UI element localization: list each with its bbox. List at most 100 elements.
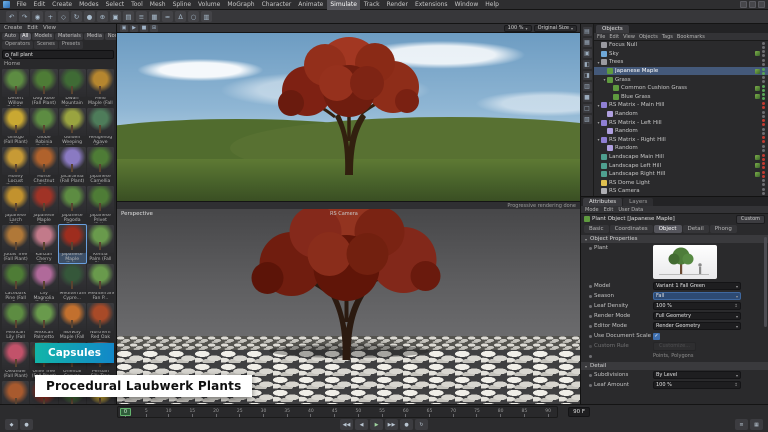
filter-models[interactable]: Models [32,33,55,40]
timeline-tick[interactable]: 25 [237,409,243,417]
objects-menu-file[interactable]: File [597,34,605,40]
axis-icon[interactable]: ∆ [175,11,186,22]
asset-tile[interactable]: Field Maple (Fall Plant) [87,69,114,107]
visibility-dot[interactable] [762,93,765,96]
object-row[interactable]: Random [594,127,768,136]
visibility-dot[interactable] [762,68,765,71]
visibility-dot[interactable] [762,140,765,143]
timeline-tick[interactable]: 55 [379,409,385,417]
region-render-icon[interactable]: ⊞ [150,25,158,32]
step-back-button[interactable]: ◀ [355,419,368,430]
subtab-presets[interactable]: Presets [59,41,83,49]
menu-spline[interactable]: Spline [169,0,194,10]
asset-tile[interactable]: Lacebark Pine (Fall P... [2,264,29,302]
menu-modes[interactable]: Modes [76,0,102,10]
field-value-dropdown[interactable]: By Level▾ [653,371,741,379]
render-view-icon[interactable]: ▣ [110,11,121,22]
layout-3-icon[interactable] [758,1,765,8]
asset-tile[interactable]: Mexican Lily (Fall Pla... [2,303,29,341]
layout-2-icon[interactable] [749,1,756,8]
asset-tile[interactable]: Honey Locust 'Sunbu... [2,147,29,185]
display-filter-icon[interactable]: ▧ [583,115,592,124]
asset-tile[interactable]: Pin Oak (Fall Plant) [2,381,29,404]
timeline-tick[interactable]: 75 [474,409,480,417]
visibility-dot[interactable] [762,97,765,100]
timeline-tick[interactable]: 85 [522,409,528,417]
asset-tile[interactable]: Kanzan Cherry (Fall... [30,225,57,263]
asset-tile[interactable]: Mediterranean Cypre... [59,264,86,302]
layout-icon[interactable]: ▤ [583,27,592,36]
custom-button[interactable]: Custom [736,215,765,224]
asset-tile[interactable]: Japanese Maple (Fall... [30,186,57,224]
stop-ipr-icon[interactable]: ■ [140,25,148,32]
visibility-dot[interactable] [762,162,765,165]
scale-icon[interactable]: ◇ [58,11,69,22]
menu-animate[interactable]: Animate [295,0,327,10]
checkbox[interactable]: ✓ [653,333,660,340]
timeline-tick[interactable]: 60 [403,409,409,417]
objects-menu-tags[interactable]: Tags [662,34,673,40]
workplane-icon[interactable]: ◧ [583,60,592,69]
object-row[interactable]: Sky [594,50,768,59]
menu-tool[interactable]: Tool [128,0,147,10]
tab-objects[interactable]: Objects [596,25,629,33]
object-row[interactable]: RS Camera [594,187,768,196]
modeling-icon[interactable]: ▦ [149,11,160,22]
asset-menu-view[interactable]: View [43,25,56,31]
attr-tab-layers[interactable]: Layers [623,198,653,206]
timeline-tick[interactable]: 70 [450,409,456,417]
asset-tile[interactable]: Horse Chestnut (Fall... [30,147,57,185]
menu-window[interactable]: Window [451,0,482,10]
play-button[interactable]: ▶ [370,419,383,430]
visibility-dot[interactable] [762,85,765,88]
subtab-scenes[interactable]: Scenes [34,41,58,49]
asset-menu-create[interactable]: Create [4,25,22,31]
live-selection-icon[interactable]: ◉ [32,11,43,22]
snap-icon[interactable]: ○ [188,11,199,22]
field-value-dropdown[interactable]: Full Geometry▾ [653,312,741,320]
menu-select[interactable]: Select [102,0,128,10]
visibility-dot[interactable] [762,192,765,195]
autokey-button[interactable]: ● [20,419,33,430]
timeline-tick[interactable]: 80 [498,409,504,417]
visibility-dot[interactable] [762,42,765,45]
end-frame-field[interactable]: 90 F [568,407,590,417]
visibility-dot[interactable] [762,63,765,66]
move-icon[interactable]: + [45,11,56,22]
menu-create[interactable]: Create [49,0,76,10]
object-row[interactable]: ▾Grass [594,75,768,84]
object-row[interactable]: Blue Grass [594,93,768,102]
menu-edit[interactable]: Edit [30,0,49,10]
render-settings-icon[interactable]: ≡ [136,11,147,22]
menu-file[interactable]: File [13,0,30,10]
asset-tile[interactable]: Golden Weeping Will... [59,108,86,146]
asset-tile[interactable]: Dwarf Mountain Pine... [59,69,86,107]
object-row[interactable]: ▾RS Matrix - Left Hill [594,118,768,127]
visibility-dot[interactable] [762,102,765,105]
object-tab-phong[interactable]: Phong [710,225,737,233]
object-row[interactable]: Landscape Left Hill [594,161,768,170]
menu-extensions[interactable]: Extensions [411,0,451,10]
visibility-dot[interactable] [762,54,765,57]
coord-system-icon[interactable]: ⊕ [97,11,108,22]
filter-auto[interactable]: Auto [2,33,19,40]
timeline-options-icon[interactable]: ≡ [735,419,748,430]
visibility-dot[interactable] [762,171,765,174]
visibility-dot[interactable] [762,183,765,186]
attr-tab-attributes[interactable]: Attributes [583,198,622,206]
last-tool-icon[interactable]: ● [84,11,95,22]
layout-1-icon[interactable] [740,1,747,8]
asset-tile[interactable]: Mediterranean Fan P... [87,264,114,302]
visibility-dot[interactable] [762,50,765,53]
keyframe-button[interactable]: ◆ [5,419,18,430]
object-row[interactable]: Random [594,144,768,153]
model-mode-icon[interactable]: ▦ [583,38,592,47]
subtab-operators[interactable]: Operators [2,41,33,49]
visibility-dot[interactable] [762,132,765,135]
timeline-tick[interactable]: 15 [189,409,195,417]
visibility-dot[interactable] [762,154,765,157]
timeline-tick[interactable]: 5 [145,409,148,417]
asset-tile[interactable]: Lily Magnolia (Fall Pl... [30,264,57,302]
menu-help[interactable]: Help [482,0,503,10]
object-tab-basic[interactable]: Basic [584,225,609,233]
